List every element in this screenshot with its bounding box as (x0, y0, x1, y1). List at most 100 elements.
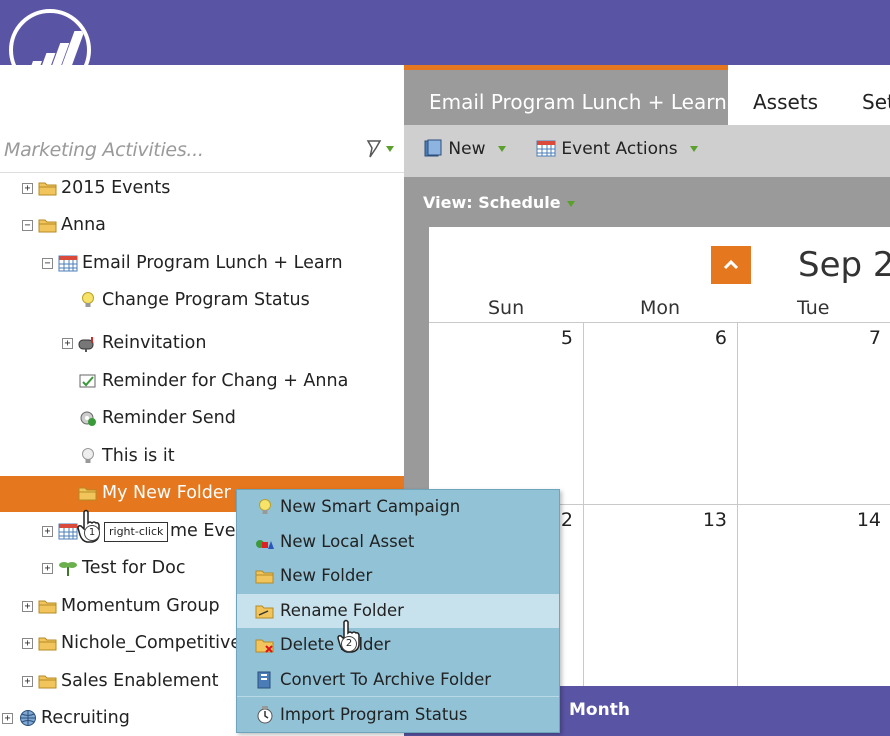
tree-item-label: Recruiting (41, 708, 130, 728)
expand-icon[interactable]: + (42, 526, 53, 537)
day-cell-number[interactable]: 7 (851, 327, 881, 349)
step-badge-1: 1 (84, 525, 100, 541)
collapse-icon[interactable]: − (22, 220, 33, 231)
day-cell-number[interactable]: 14 (851, 509, 881, 531)
calendar-icon (536, 140, 556, 157)
dow-sun: Sun (488, 297, 525, 319)
day-cell-number[interactable]: 5 (543, 327, 573, 349)
day-cell-number[interactable]: 6 (697, 327, 727, 349)
tree-item-label: This is it (102, 446, 175, 466)
tree-item[interactable]: Change Program Status (0, 283, 404, 319)
tree-item-label: Reinvitation (102, 333, 207, 353)
tree-item[interactable]: Reminder for Chang + Anna (0, 364, 404, 400)
chevron-up-icon (723, 259, 739, 270)
folder-delete-icon (255, 636, 275, 654)
tree-item[interactable]: − Email Program Lunch + Learn (0, 246, 404, 282)
tree-item[interactable]: − Anna (0, 208, 404, 244)
tab-setup[interactable]: Set (862, 90, 890, 114)
step-badge-2: 2 (341, 636, 357, 652)
search-input[interactable]: Marketing Activities... (4, 139, 204, 161)
folder-icon (38, 597, 58, 615)
dropdown-arrow-icon (566, 200, 575, 207)
filter-pin-icon[interactable] (364, 137, 394, 161)
calendar-prev-button[interactable] (711, 246, 751, 284)
folder-rename-icon (255, 602, 275, 620)
tree-item-label: Reminder for Chang + Anna (102, 371, 349, 391)
tree-item[interactable]: Reminder Send (0, 401, 404, 437)
context-menu-item[interactable]: Convert To Archive Folder (237, 663, 559, 697)
folder-icon (255, 567, 275, 585)
folder-open-icon (78, 484, 98, 502)
context-menu-label: New Folder (280, 566, 373, 585)
context-menu-label: New Local Asset (280, 532, 415, 551)
view-bar: View: Schedule (404, 177, 890, 227)
expand-icon[interactable]: + (2, 713, 13, 724)
context-menu-item[interactable]: New Local Asset (237, 525, 559, 559)
tab-email-program[interactable]: Email Program Lunch + Learn (404, 65, 728, 125)
new-button[interactable]: New (423, 139, 506, 159)
expand-icon[interactable]: + (22, 183, 33, 194)
tree-item[interactable]: This is it (0, 439, 404, 475)
month-view-button[interactable]: Month (569, 700, 630, 720)
folder-icon (38, 634, 58, 652)
expand-icon[interactable]: + (22, 638, 33, 649)
menu-separator (237, 696, 559, 697)
lightbulb-icon (255, 498, 275, 516)
grid-line (737, 322, 738, 736)
dropdown-arrow-icon (689, 146, 698, 152)
event-actions-button[interactable]: Event Actions (536, 139, 698, 159)
nurture-icon (58, 559, 78, 577)
folder-icon (38, 216, 58, 234)
context-menu-item[interactable]: New Folder (237, 559, 559, 593)
tree-item-label: 2015 Events (61, 178, 171, 198)
expand-icon[interactable]: + (62, 338, 73, 349)
context-menu-label: New Smart Campaign (280, 497, 461, 516)
expand-icon[interactable]: + (22, 601, 33, 612)
context-menu-label: Import Program Status (280, 705, 468, 724)
tree-item-label: Test for Doc (82, 558, 186, 578)
tab-bar: Email Program Lunch + Learn Assets Set (404, 65, 890, 125)
context-menu-item[interactable]: Import Program Status (237, 698, 559, 732)
tree-item[interactable]: +2015 Events (0, 171, 404, 207)
tree-item-label: Anna (61, 215, 106, 235)
folder-icon (38, 672, 58, 690)
expand-icon[interactable]: + (22, 676, 33, 687)
right-click-tooltip: right-click (104, 522, 169, 542)
dow-mon: Mon (640, 297, 681, 319)
grid-line (583, 322, 584, 736)
archive-icon (255, 671, 275, 689)
day-cell-number[interactable]: 13 (697, 509, 727, 531)
context-menu-item[interactable]: Delete Folder (237, 628, 559, 662)
context-menu-item[interactable]: New Smart Campaign (237, 490, 559, 524)
calendar-program-icon (58, 254, 78, 272)
context-menu-item[interactable]: Rename Folder (237, 594, 559, 628)
collapse-icon[interactable]: − (42, 258, 53, 269)
view-schedule-dropdown[interactable]: View: Schedule (423, 193, 575, 212)
tree-item-label: Momentum Group (61, 596, 220, 616)
tree-item-label: Change Program Status (102, 290, 310, 310)
tree-item[interactable]: + Reinvitation (0, 326, 404, 362)
tree-item-label: Reminder Send (102, 408, 236, 428)
tree-item-label: Nichole_Competitive (61, 633, 242, 653)
grid-line (429, 322, 890, 323)
folder-icon (38, 179, 58, 197)
email-icon (78, 372, 98, 390)
clock-import-icon (255, 706, 275, 724)
dow-tue: Tue (797, 297, 830, 319)
book-icon (424, 139, 442, 157)
mailbox-icon (78, 334, 98, 352)
expand-icon[interactable]: + (42, 563, 53, 574)
context-menu-label: Convert To Archive Folder (280, 670, 492, 689)
search-box[interactable]: Marketing Activities... (0, 125, 404, 173)
context-menu: New Smart Campaign New Local Asset New Fol… (236, 489, 560, 733)
tree-item-label: My New Folder (102, 483, 231, 503)
calendar-title: Sep 28 (798, 245, 890, 285)
lightbulb-icon (78, 291, 98, 309)
tree-item-label: Sales Enablement (61, 671, 219, 691)
lightbulb-off-icon (78, 447, 98, 465)
gear-campaign-icon (78, 409, 98, 427)
toolbar: New Event Actions (404, 125, 890, 177)
shapes-icon (255, 533, 275, 551)
tab-assets[interactable]: Assets (753, 90, 818, 114)
tree-item-label: Email Program Lunch + Learn (82, 253, 343, 273)
